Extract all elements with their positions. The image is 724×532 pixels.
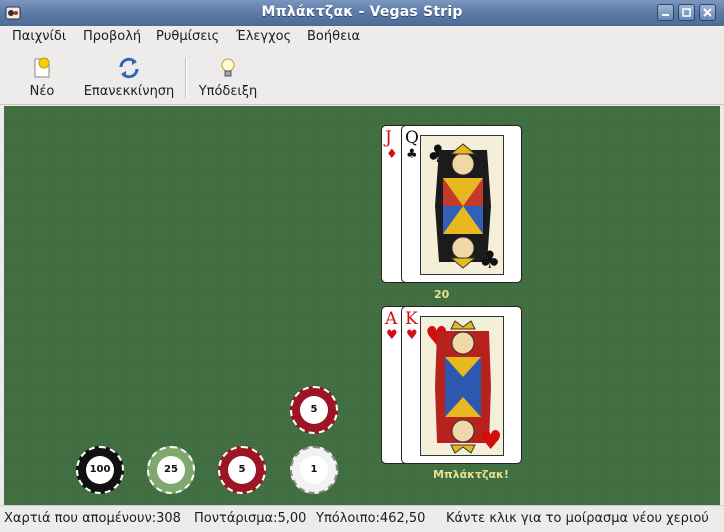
restart-label: Επανεκκίνηση (83, 84, 175, 99)
chip-value: 100 (86, 456, 114, 484)
balance-status: Υπόλοιπο:462,50 (316, 511, 426, 526)
minimize-icon (662, 14, 669, 16)
chip-1[interactable]: 1 (290, 446, 338, 494)
game-table[interactable]: J ♦ Q ♣ ♣ ♣ 20 A ♥ K ♥ ♥ ♥ Μπλάκτζακ! 5 … (4, 106, 720, 505)
new-document-icon (34, 57, 50, 78)
title-bar: Μπλάκτζακ - Vegas Strip (0, 0, 724, 27)
hint-label: Υπόδειξη (198, 84, 258, 99)
menu-view[interactable]: Προβολή (83, 29, 141, 44)
queen-of-clubs-art: ♣ ♣ (420, 135, 504, 275)
svg-text:♣: ♣ (479, 246, 501, 274)
restart-button[interactable]: Επανεκκίνηση (82, 56, 176, 102)
deal-message: Κάντε κλικ για το μοίρασμα νέου χεριού (446, 511, 709, 526)
refresh-icon (119, 57, 139, 79)
svg-text:♥: ♥ (479, 426, 502, 456)
bet-chip-value: 5 (300, 396, 328, 424)
new-game-label: Νέο (29, 84, 55, 99)
new-game-button[interactable]: Νέο (22, 56, 62, 102)
lightbulb-icon (221, 58, 235, 77)
cards-left-status: Χαρτιά που απομένουν:308 (4, 511, 181, 526)
card-rank: J (385, 128, 392, 148)
window-title: Μπλάκτζακ - Vegas Strip (261, 4, 463, 20)
close-icon (703, 8, 712, 17)
menu-bar: Παιχνίδι Προβολή Ρυθμίσεις Έλεγχος Βοήθε… (0, 26, 724, 48)
toolbar-separator (185, 58, 187, 98)
dealer-score: 20 (434, 288, 450, 301)
bet-chip[interactable]: 5 (290, 386, 338, 434)
toolbar: Νέο Επανεκκίνηση Υπόδειξη (0, 48, 724, 105)
chip-value: 1 (300, 456, 328, 484)
card-suit: ♦ (386, 147, 398, 162)
menu-settings[interactable]: Ρυθμίσεις (156, 29, 219, 44)
dealer-card-2: Q ♣ ♣ ♣ (401, 125, 522, 283)
card-suit: ♥ (406, 328, 418, 343)
menu-game[interactable]: Παιχνίδι (12, 29, 66, 44)
menu-help[interactable]: Βοήθεια (307, 29, 360, 44)
minimize-button[interactable] (657, 4, 674, 21)
player-card-2: K ♥ ♥ ♥ (401, 306, 522, 464)
menu-control[interactable]: Έλεγχος (236, 29, 291, 44)
card-rank: K (405, 309, 418, 329)
card-suit: ♥ (386, 328, 398, 343)
king-of-hearts-art: ♥ ♥ (420, 316, 504, 456)
card-rank: A (385, 309, 398, 329)
player-result: Μπλάκτζακ! (433, 468, 509, 481)
bet-status: Ποντάρισμα:5,00 (194, 511, 307, 526)
game-window: Μπλάκτζακ - Vegas Strip Παιχνίδι Προβολή… (0, 0, 724, 532)
card-rank: Q (405, 128, 419, 148)
card-suit: ♣ (406, 147, 418, 162)
close-button[interactable] (699, 4, 716, 21)
chip-5[interactable]: 5 (218, 446, 266, 494)
hint-button[interactable]: Υπόδειξη (196, 56, 260, 102)
chip-100[interactable]: 100 (76, 446, 124, 494)
chip-25[interactable]: 25 (147, 446, 195, 494)
maximize-button[interactable] (678, 4, 695, 21)
status-bar: Χαρτιά που απομένουν:308 Ποντάρισμα:5,00… (0, 505, 724, 532)
chip-value: 25 (157, 456, 185, 484)
chip-value: 5 (228, 456, 256, 484)
maximize-icon (682, 8, 691, 17)
